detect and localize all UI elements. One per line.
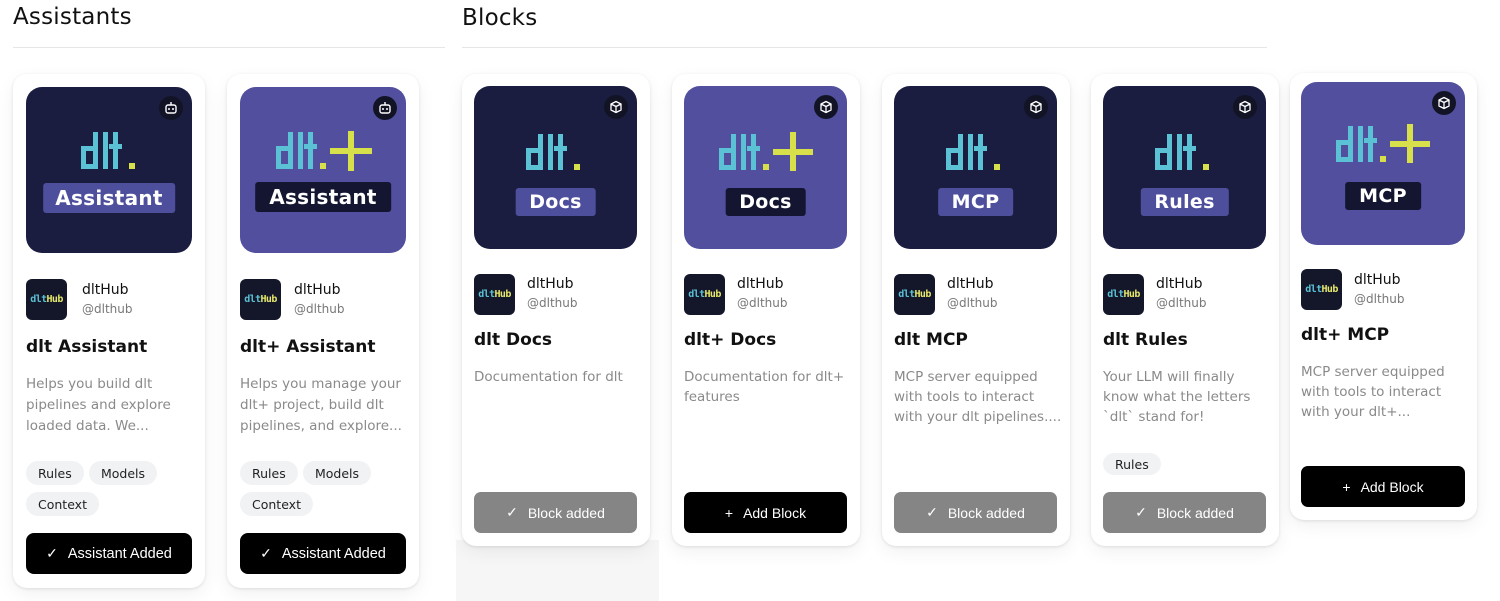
cover-badge: MCP bbox=[1345, 182, 1421, 210]
robot-icon bbox=[373, 96, 397, 120]
cover-badge: Docs bbox=[725, 188, 806, 216]
cover-badge: Assistant bbox=[43, 183, 175, 213]
author-name: dltHub bbox=[82, 282, 129, 298]
author-handle: @dlthub bbox=[947, 296, 998, 310]
block-title: dlt Rules bbox=[1103, 330, 1188, 350]
block-cover-image: MCP bbox=[1301, 82, 1465, 245]
button-label: Block added bbox=[947, 504, 1025, 521]
block-description: Documentation for dlt+ features bbox=[684, 369, 845, 405]
tag-context: Context bbox=[26, 492, 99, 516]
assistant-title: dlt Assistant bbox=[26, 337, 148, 357]
block-cover-image: MCP bbox=[894, 86, 1057, 249]
tag-models: Models bbox=[303, 461, 372, 485]
author-avatar: dlt Hub bbox=[1103, 274, 1144, 315]
author-name: dltHub bbox=[947, 276, 994, 292]
check-icon: ✓ bbox=[506, 504, 518, 520]
tag-models: Models bbox=[89, 461, 158, 485]
cover-badge: Rules bbox=[1140, 188, 1229, 216]
blocks-divider bbox=[462, 47, 1267, 48]
block-title: dlt+ Docs bbox=[684, 330, 777, 350]
tag-rules: Rules bbox=[26, 461, 84, 485]
author-avatar: dlt Hub bbox=[240, 279, 281, 320]
cube-icon bbox=[1432, 91, 1456, 115]
tag-context: Context bbox=[240, 492, 313, 516]
assistant-description: Helps you manage your dlt+ project, build… bbox=[240, 376, 402, 434]
block-cover-image: Docs bbox=[474, 86, 637, 249]
author-avatar: dlt Hub bbox=[1301, 269, 1342, 310]
cube-icon bbox=[604, 95, 628, 119]
block-card-dlt-plus-mcp[interactable]: MCP dlt Hub dltHub @dlthub dlt+ MCP MCP s… bbox=[1290, 73, 1477, 520]
block-cover-image: Docs bbox=[684, 86, 847, 249]
author-name: dltHub bbox=[294, 282, 341, 298]
assistants-divider bbox=[13, 47, 445, 48]
author-handle: @dlthub bbox=[737, 296, 788, 310]
block-title: dlt Docs bbox=[474, 330, 553, 350]
assistant-card-dlt-plus[interactable]: Assistant dlt Hub dltHub @dlthub dlt+ Ass… bbox=[227, 74, 419, 588]
cover-badge: Docs bbox=[515, 188, 596, 216]
author-name: dltHub bbox=[1354, 272, 1401, 288]
block-added-button[interactable]: ✓ Block added bbox=[1103, 492, 1266, 533]
author-name: dltHub bbox=[737, 276, 784, 292]
author-name: dltHub bbox=[1156, 276, 1203, 292]
check-icon: ✓ bbox=[926, 504, 938, 520]
block-added-button[interactable]: ✓ Block added bbox=[894, 492, 1057, 533]
author-avatar: dlt Hub bbox=[26, 279, 67, 320]
block-description: MCP server equipped with tools to interac… bbox=[894, 369, 1062, 425]
add-block-button[interactable]: + Add Block bbox=[1301, 466, 1465, 507]
cube-icon bbox=[1024, 95, 1048, 119]
button-label: Assistant Added bbox=[67, 545, 172, 562]
author-avatar: dlt Hub bbox=[684, 274, 725, 315]
block-title: dlt+ MCP bbox=[1301, 325, 1390, 345]
author-handle: @dlthub bbox=[294, 302, 345, 316]
assistants-section-title: Assistants bbox=[13, 4, 132, 30]
assistant-cover-image: Assistant bbox=[26, 87, 192, 253]
assistant-added-button[interactable]: ✓ Assistant Added bbox=[240, 533, 406, 574]
block-card-dlt-rules[interactable]: Rules dlt Hub dltHub @dlthub dlt Rules Yo… bbox=[1091, 74, 1279, 546]
cube-icon bbox=[814, 95, 838, 119]
block-description: Documentation for dlt bbox=[474, 369, 623, 385]
button-label: Block added bbox=[1156, 504, 1234, 521]
block-card-dlt-docs[interactable]: Docs dlt Hub dltHub @dlthub dlt Docs Docu… bbox=[462, 74, 650, 546]
tag-rules: Rules bbox=[240, 461, 298, 485]
author-handle: @dlthub bbox=[1156, 296, 1207, 310]
author-handle: @dlthub bbox=[527, 296, 578, 310]
block-added-button[interactable]: ✓ Block added bbox=[474, 492, 637, 533]
check-icon: ✓ bbox=[46, 545, 58, 561]
check-icon: ✓ bbox=[1135, 504, 1147, 520]
assistant-added-button[interactable]: ✓ Assistant Added bbox=[26, 533, 192, 574]
plus-icon: + bbox=[1342, 478, 1351, 495]
block-card-dlt-mcp[interactable]: MCP dlt Hub dltHub @dlthub dlt MCP MCP se… bbox=[882, 74, 1070, 546]
add-block-button[interactable]: + Add Block bbox=[684, 492, 847, 533]
button-label: Add Block bbox=[1360, 478, 1424, 495]
assistant-cover-image: Assistant bbox=[240, 87, 406, 253]
button-label: Add Block bbox=[743, 504, 807, 521]
check-icon: ✓ bbox=[260, 545, 272, 561]
block-card-dlt-plus-docs[interactable]: Docs dlt Hub dltHub @dlthub dlt+ Docs Doc… bbox=[672, 74, 860, 546]
block-title: dlt MCP bbox=[894, 330, 968, 350]
tag-rules: Rules bbox=[1103, 453, 1161, 475]
author-avatar: dlt Hub bbox=[894, 274, 935, 315]
robot-icon bbox=[159, 96, 183, 120]
background-panel bbox=[456, 540, 659, 601]
author-handle: @dlthub bbox=[82, 302, 133, 316]
assistant-description: Helps you build dlt pipelines and explore… bbox=[26, 376, 171, 434]
cover-badge: MCP bbox=[937, 188, 1014, 216]
blocks-section-title: Blocks bbox=[462, 5, 538, 31]
button-label: Block added bbox=[527, 504, 605, 521]
block-cover-image: Rules bbox=[1103, 86, 1266, 249]
block-description: MCP server equipped with tools to interac… bbox=[1301, 364, 1445, 420]
cover-badge: Assistant bbox=[255, 182, 391, 212]
button-label: Assistant Added bbox=[281, 545, 386, 562]
block-description: Your LLM will finally know what the lette… bbox=[1103, 369, 1251, 425]
author-name: dltHub bbox=[527, 276, 574, 292]
plus-icon: + bbox=[724, 504, 734, 521]
author-avatar: dlt Hub bbox=[474, 274, 515, 315]
assistant-title: dlt+ Assistant bbox=[240, 337, 376, 357]
cube-icon bbox=[1233, 95, 1257, 119]
assistant-card-dlt[interactable]: Assistant dlt Hub dltHub @dlthub dlt Assi… bbox=[13, 74, 205, 588]
author-handle: @dlthub bbox=[1354, 292, 1405, 306]
